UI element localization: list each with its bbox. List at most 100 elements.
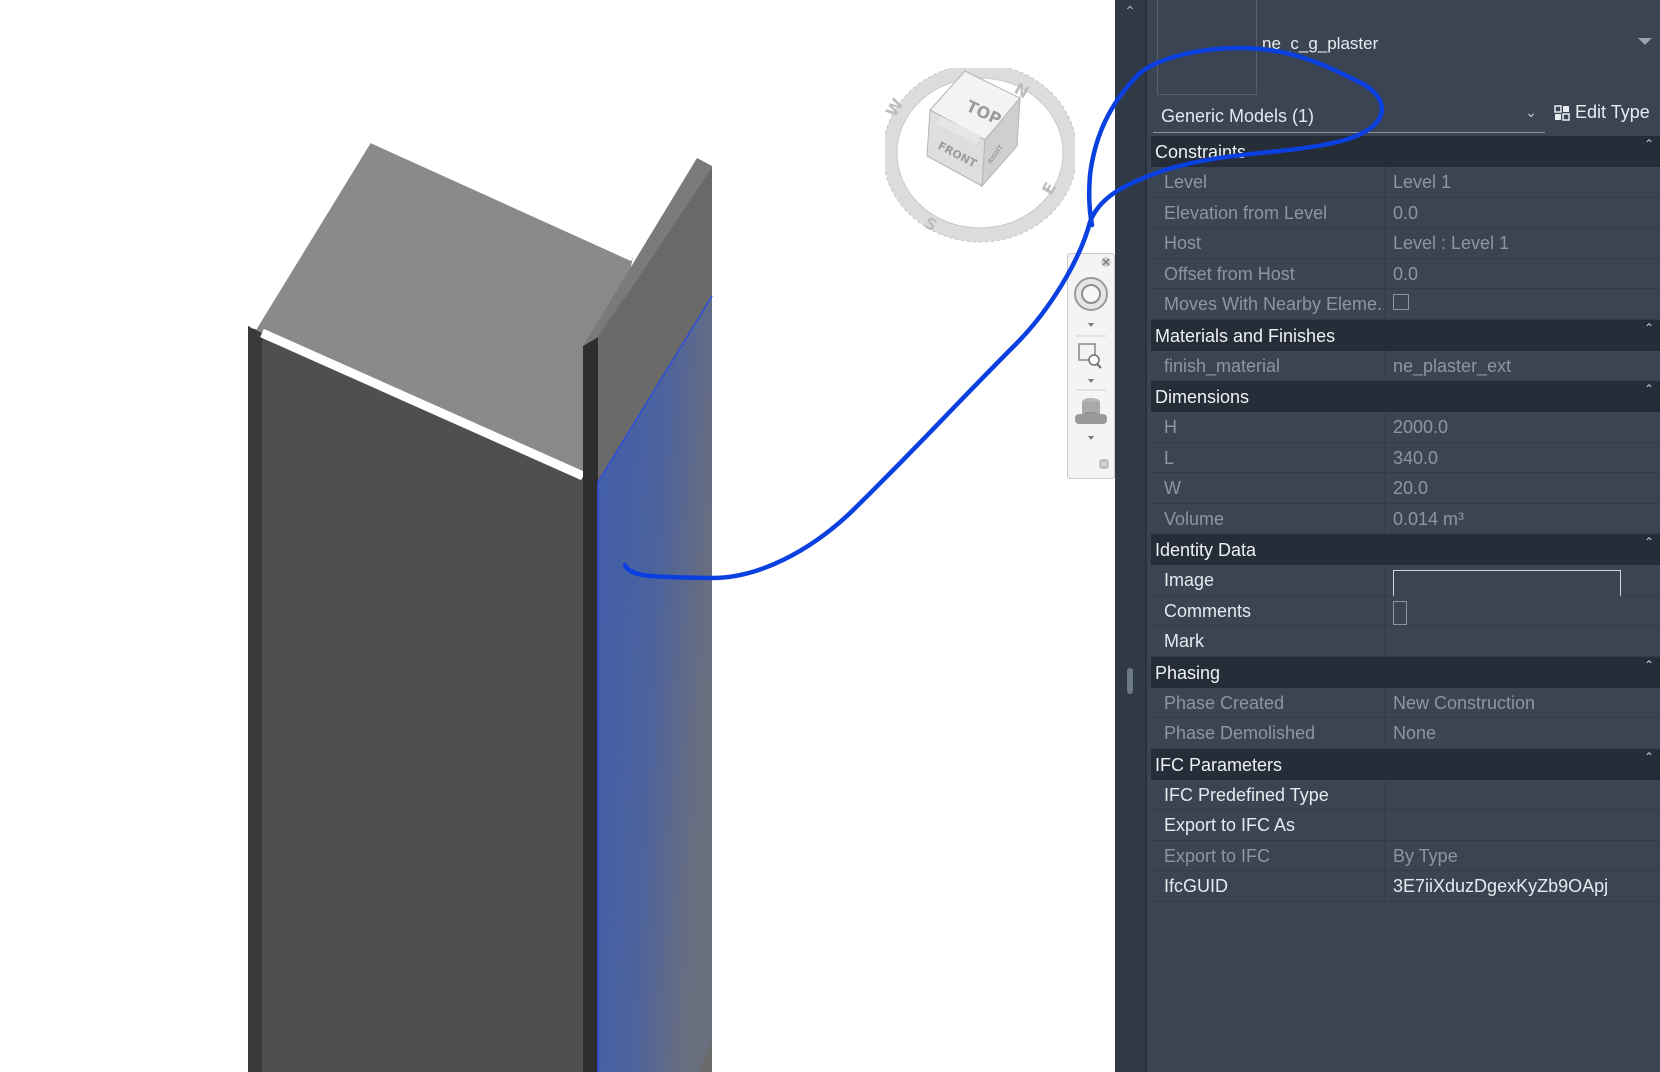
property-value-cell[interactable]: 0.014 m³: [1384, 503, 1660, 533]
property-value-cell[interactable]: Level 1: [1384, 167, 1660, 197]
property-value-cell[interactable]: None: [1384, 718, 1660, 748]
property-row[interactable]: Mark: [1151, 626, 1660, 657]
property-value-cell[interactable]: 3E7iiXduzDgexKyZb9OApj: [1384, 871, 1660, 901]
orbit-icon[interactable]: [1075, 398, 1107, 424]
property-value-cell[interactable]: ne_plaster_ext: [1384, 350, 1660, 380]
scroll-up-button[interactable]: ⌃: [1119, 2, 1141, 20]
property-value-cell[interactable]: Level : Level 1: [1384, 228, 1660, 258]
property-row[interactable]: Moves With Nearby Eleme...: [1151, 289, 1660, 320]
property-value-cell[interactable]: By Type: [1384, 840, 1660, 870]
property-row[interactable]: Image: [1151, 565, 1660, 597]
property-value: 2000.0: [1393, 417, 1449, 437]
collapse-chevron-icon[interactable]: ⌃: [1644, 750, 1654, 764]
property-row[interactable]: W 20.0: [1151, 473, 1660, 504]
property-value-cell[interactable]: 0.0: [1384, 197, 1660, 227]
property-row[interactable]: Host Level : Level 1: [1151, 228, 1660, 259]
property-row[interactable]: Phase Created New Construction: [1151, 687, 1660, 718]
navbar-options-icon[interactable]: [1099, 459, 1109, 469]
property-value: 340.0: [1393, 447, 1439, 468]
property-value-cell[interactable]: New Construction: [1384, 687, 1660, 717]
property-value-cell[interactable]: [1384, 565, 1660, 597]
property-group-header[interactable]: Identity Data ⌃: [1151, 534, 1660, 565]
property-label: Host: [1164, 233, 1202, 253]
property-row[interactable]: Phase Demolished None: [1151, 718, 1660, 749]
property-row[interactable]: IFC Predefined Type: [1151, 779, 1660, 810]
property-group-header[interactable]: Phasing ⌃: [1151, 656, 1660, 688]
collapse-chevron-icon[interactable]: ⌃: [1644, 382, 1654, 396]
property-label: Volume: [1164, 508, 1225, 529]
property-group-title: Constraints: [1155, 142, 1247, 162]
property-value: None: [1393, 723, 1437, 743]
property-group-header[interactable]: Dimensions ⌃: [1151, 381, 1660, 412]
chevron-down-icon[interactable]: [1088, 436, 1094, 440]
property-row[interactable]: finish_material ne_plaster_ext: [1151, 350, 1660, 381]
edit-type-icon: [1554, 104, 1570, 121]
property-label: Elevation from Level: [1164, 202, 1328, 223]
property-value: 20.0: [1393, 478, 1429, 498]
collapse-chevron-icon[interactable]: ⌃: [1644, 658, 1654, 672]
edit-type-button[interactable]: Edit Type: [1554, 102, 1650, 123]
property-value-cell[interactable]: [1384, 289, 1660, 319]
property-row[interactable]: Comments: [1151, 595, 1660, 626]
property-value: By Type: [1393, 845, 1458, 866]
navigation-bar[interactable]: [1067, 253, 1115, 479]
property-group-title: Phasing: [1155, 662, 1221, 683]
property-value: New Construction: [1393, 692, 1536, 713]
property-label: Moves With Nearby Eleme...: [1164, 294, 1384, 314]
property-label: W: [1164, 478, 1181, 498]
property-label: L: [1164, 447, 1175, 468]
property-label: Phase Created: [1164, 692, 1285, 713]
property-group-title: IFC Parameters: [1155, 754, 1283, 775]
property-value-cell[interactable]: [1384, 595, 1660, 625]
property-label: Export to IFC As: [1164, 815, 1296, 835]
property-value-cell[interactable]: 340.0: [1384, 442, 1660, 472]
steering-wheel-icon[interactable]: [1074, 277, 1108, 311]
property-label: Mark: [1164, 631, 1204, 651]
instance-filter-label: Generic Models (1): [1161, 106, 1315, 126]
3d-viewport[interactable]: N E S W TOP FRONT RIGHT: [0, 0, 1115, 1072]
property-row[interactable]: Level Level 1: [1151, 167, 1660, 198]
property-value-cell[interactable]: 20.0: [1384, 473, 1660, 503]
property-label: H: [1164, 417, 1177, 437]
property-value: ne_plaster_ext: [1393, 355, 1512, 376]
property-value-cell[interactable]: 0.0: [1384, 258, 1660, 288]
collapse-chevron-icon[interactable]: ⌃: [1644, 321, 1654, 335]
property-row[interactable]: Offset from Host 0.0: [1151, 258, 1660, 289]
property-group-title: Dimensions: [1155, 387, 1250, 407]
property-group-title: Materials and Finishes: [1155, 325, 1336, 346]
zoom-region-icon[interactable]: [1078, 343, 1102, 369]
property-value-cell[interactable]: [1384, 626, 1660, 656]
property-group-header[interactable]: Constraints ⌃: [1151, 136, 1660, 167]
chevron-down-icon[interactable]: [1088, 379, 1094, 383]
property-value-cell[interactable]: [1384, 779, 1660, 809]
property-row[interactable]: Export to IFC By Type: [1151, 840, 1660, 871]
property-row[interactable]: Volume 0.014 m³: [1151, 503, 1660, 534]
property-value: Level : Level 1: [1393, 233, 1510, 253]
navbar-close-icon[interactable]: [1101, 257, 1111, 267]
property-value-cell[interactable]: 2000.0: [1384, 412, 1660, 442]
property-group-header[interactable]: IFC Parameters ⌃: [1151, 748, 1660, 780]
property-value-cell[interactable]: [1384, 810, 1660, 840]
panel-scrollbar[interactable]: ⌃: [1115, 0, 1147, 1072]
viewcube[interactable]: N E S W TOP FRONT RIGHT: [882, 63, 1078, 248]
property-row[interactable]: H 2000.0: [1151, 412, 1660, 443]
property-row[interactable]: Elevation from Level 0.0: [1151, 197, 1660, 228]
property-row[interactable]: L 340.0: [1151, 442, 1660, 473]
instance-filter-select[interactable]: Generic Models (1) ⌄: [1153, 100, 1545, 133]
type-selector-name[interactable]: ne_c_g_plaster: [1262, 34, 1378, 54]
collapse-chevron-icon[interactable]: ⌃: [1644, 137, 1654, 151]
scroll-thumb[interactable]: [1127, 668, 1133, 694]
collapse-chevron-icon[interactable]: ⌃: [1644, 535, 1654, 549]
property-group-header[interactable]: Materials and Finishes ⌃: [1151, 319, 1660, 351]
property-label: IFC Predefined Type: [1164, 784, 1329, 805]
property-label: Phase Demolished: [1164, 723, 1316, 743]
comments-edit-button[interactable]: [1393, 600, 1407, 625]
property-label: Export to IFC: [1164, 845, 1271, 866]
image-value-field[interactable]: [1393, 570, 1621, 597]
type-dropdown-arrow-icon[interactable]: [1638, 38, 1652, 45]
moves-with-nearby-checkbox[interactable]: [1393, 294, 1409, 310]
chevron-down-icon[interactable]: [1088, 323, 1094, 327]
chevron-down-icon[interactable]: ⌄: [1525, 104, 1537, 121]
property-row[interactable]: IfcGUID 3E7iiXduzDgexKyZb9OApj: [1151, 871, 1660, 902]
property-row[interactable]: Export to IFC As: [1151, 810, 1660, 841]
